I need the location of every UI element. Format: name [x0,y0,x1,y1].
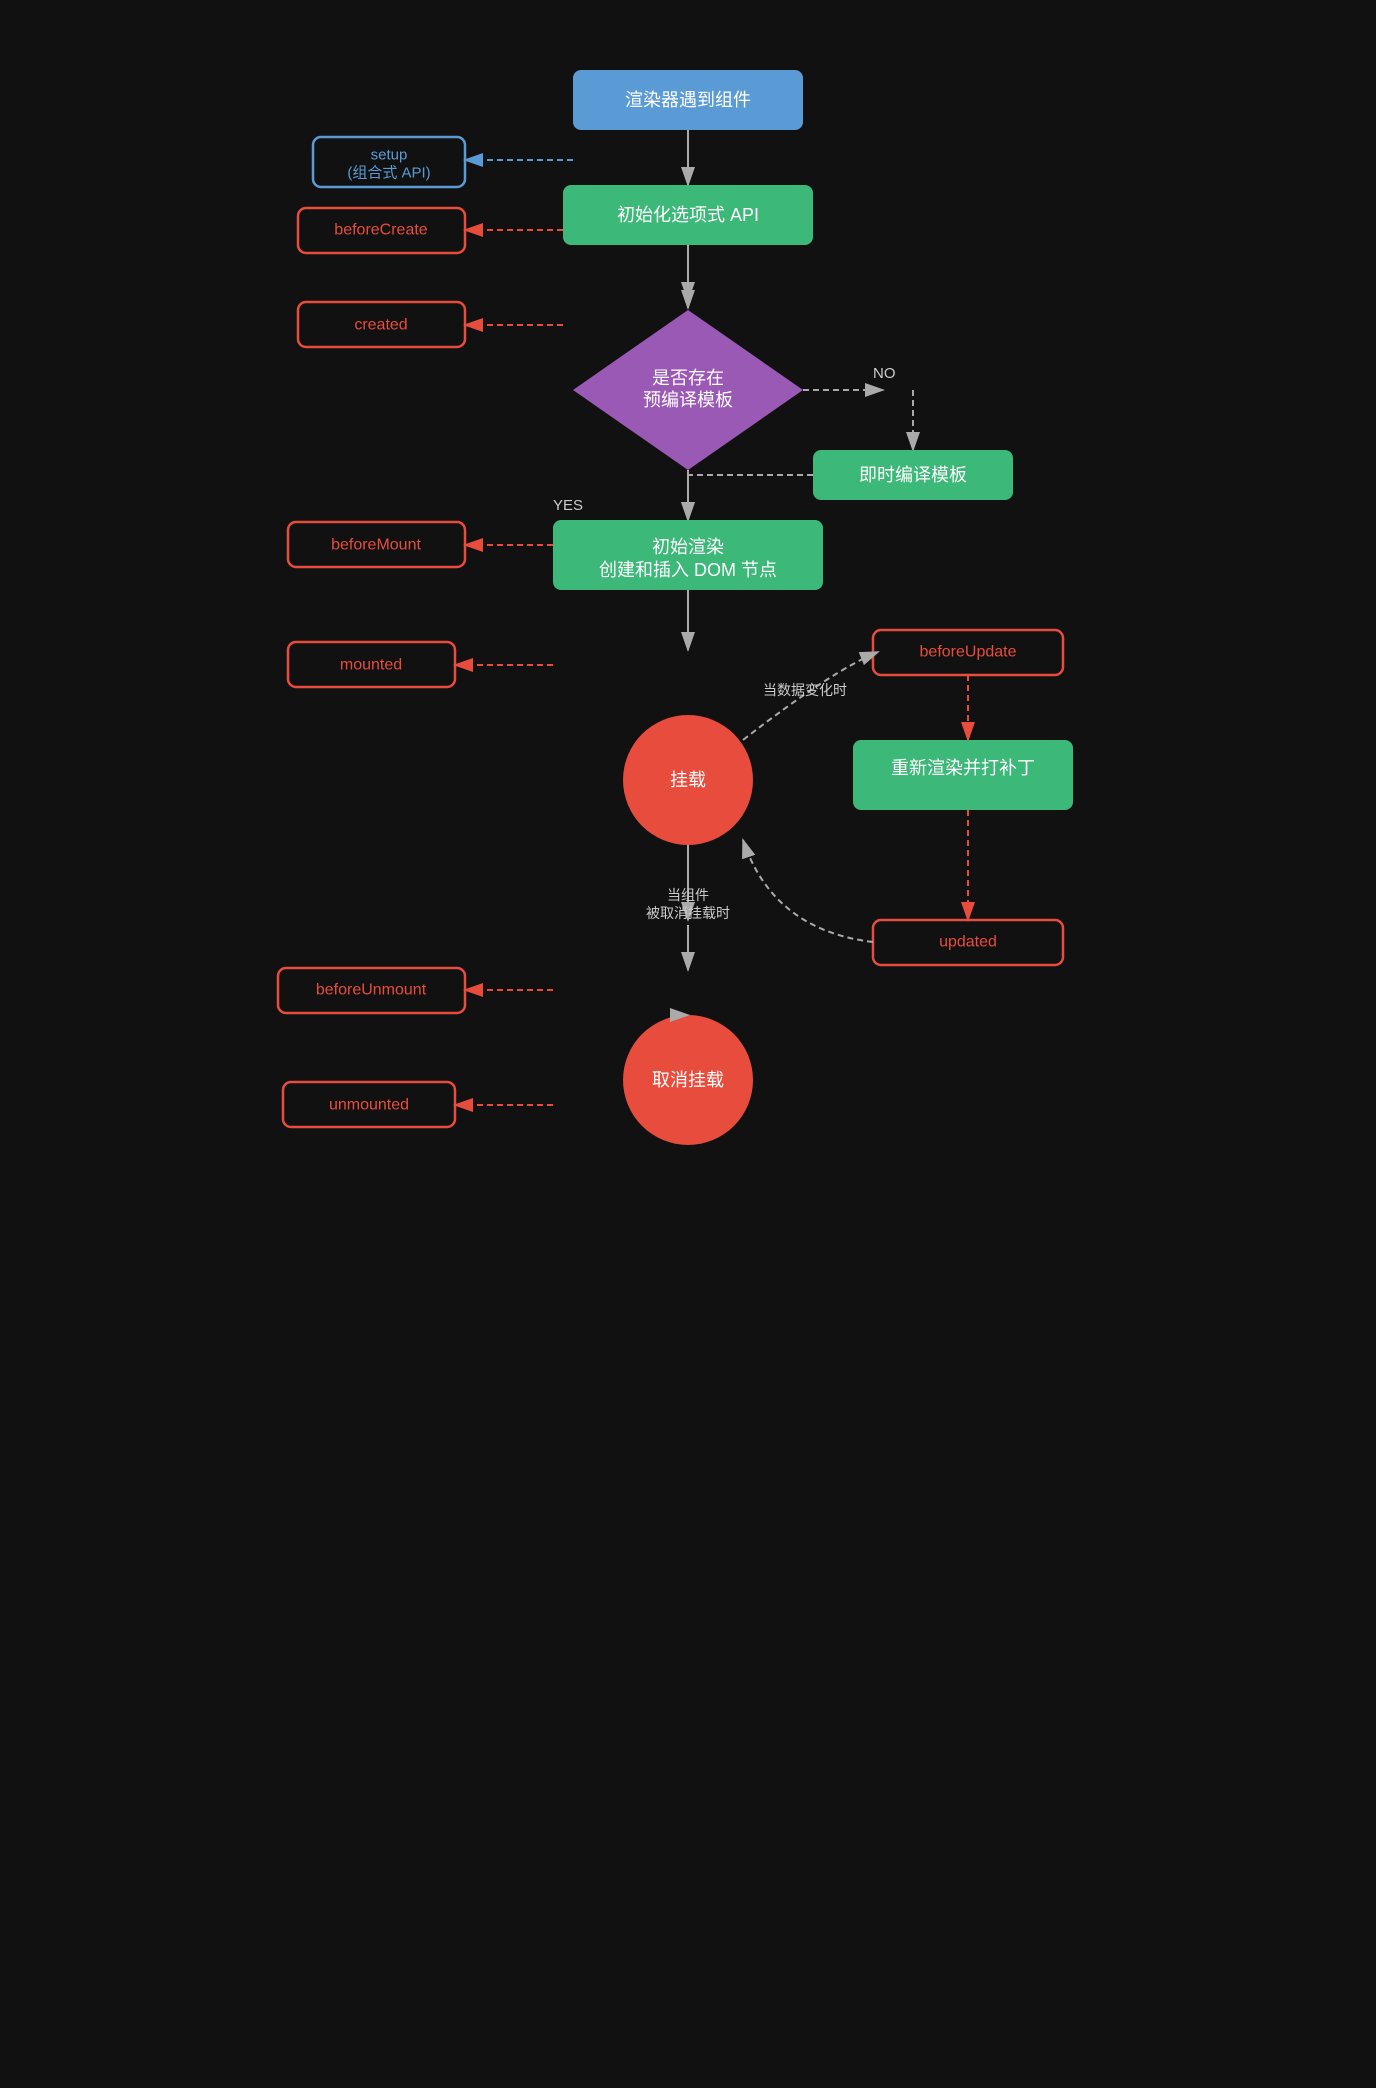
re-render-label1: 重新渲染并打补丁 [891,758,1035,778]
jit-label: 即时编译模板 [859,465,967,485]
unmount-trigger-label2: 被取消挂载时 [646,905,730,921]
updated-label: updated [939,934,997,951]
initial-render-label2: 创建和插入 DOM 节点 [599,560,777,580]
no-label: NO [873,365,896,382]
unmount-circle-label: 取消挂载 [652,1070,724,1090]
initial-render-label1: 初始渲染 [652,537,724,557]
setup-label: setup [371,147,408,164]
before-unmount-label: beforeUnmount [316,982,427,999]
precompiled-label2: 预编译模板 [643,390,733,410]
yes-label: YES [553,497,583,514]
unmounted-label: unmounted [329,1097,409,1114]
diagram-container: 渲染器遇到组件 setup (组合式 API) beforeCreate 初始化… [233,0,1143,2088]
unmount-trigger-label1: 当组件 [667,887,709,903]
precompiled-label1: 是否存在 [652,368,724,388]
before-create-label: beforeCreate [334,222,427,239]
mounted-label: mounted [340,657,402,674]
before-update-label: beforeUpdate [920,644,1017,661]
before-mount-label: beforeMount [331,537,421,554]
renderer-label: 渲染器遇到组件 [625,90,751,110]
created-label: created [354,317,407,334]
init-options-label: 初始化选项式 API [617,205,759,225]
data-change-label: 当数据变化时 [763,682,847,698]
setup-sublabel: (组合式 API) [347,165,430,182]
mounted-circle-label: 挂载 [670,770,706,790]
